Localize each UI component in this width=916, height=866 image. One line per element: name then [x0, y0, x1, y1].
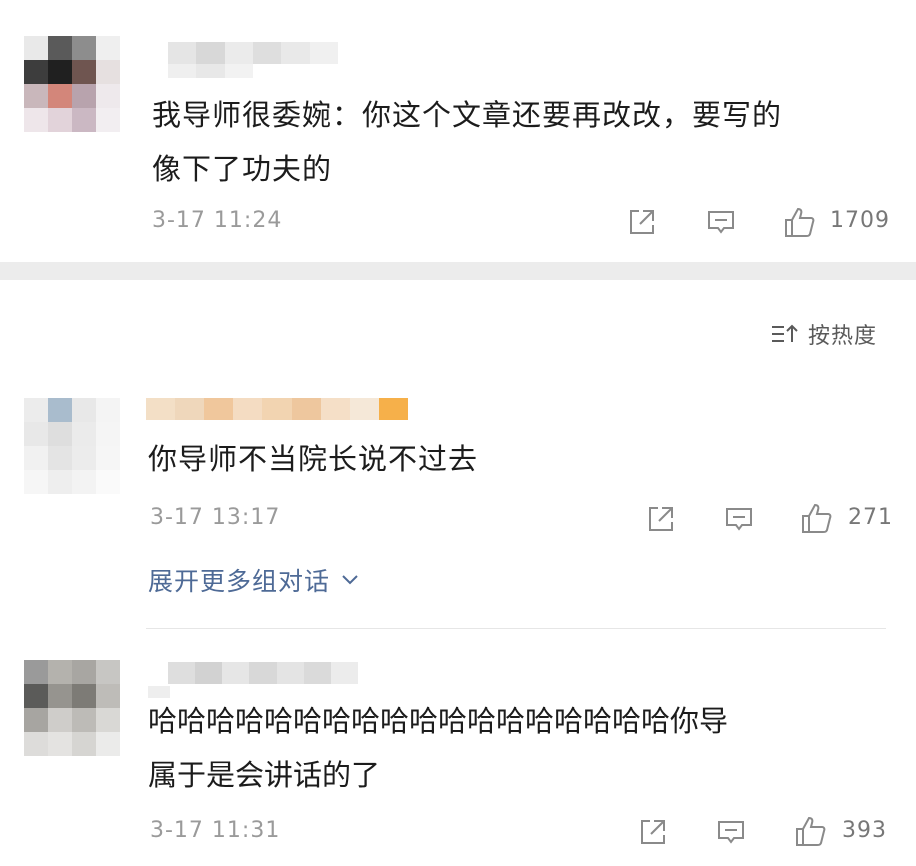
section-divider — [0, 262, 916, 280]
username[interactable] — [168, 662, 358, 684]
comment-icon[interactable] — [724, 504, 754, 534]
expand-label: 展开更多组对话 — [148, 567, 331, 596]
comment-text: 哈哈哈哈哈哈哈哈哈哈哈哈哈哈哈哈哈哈你导 属于是会讲话的了 — [148, 704, 729, 792]
like-count: 271 — [848, 505, 893, 530]
share-icon[interactable] — [627, 207, 657, 237]
username[interactable] — [168, 42, 338, 64]
avatar[interactable] — [24, 660, 120, 756]
avatar[interactable] — [24, 398, 120, 494]
sort-label: 按热度 — [808, 324, 878, 349]
like-count: 1709 — [830, 208, 890, 233]
username[interactable] — [146, 398, 408, 420]
expand-replies-link[interactable]: 展开更多组对话 — [148, 562, 360, 598]
comment-time: 3-17 11:31 — [150, 818, 281, 843]
sort-button[interactable]: 按热度 — [770, 318, 877, 350]
thumbs-up-icon[interactable] — [783, 205, 817, 239]
comment-text: 我导师很委婉：你这个文章还要再改改，要写的 像下了功夫的 — [152, 98, 783, 186]
comment-text: 你导师不当院长说不过去 — [148, 442, 479, 476]
share-icon[interactable] — [638, 817, 668, 847]
thumbs-up-icon[interactable] — [800, 501, 834, 535]
sort-icon — [772, 324, 798, 342]
avatar[interactable] — [24, 36, 120, 132]
username-detail — [168, 64, 253, 78]
comment-time: 3-17 11:24 — [152, 208, 283, 233]
share-icon[interactable] — [646, 504, 676, 534]
comment-separator — [146, 628, 886, 629]
chevron-down-icon — [342, 575, 358, 585]
like-count: 393 — [842, 818, 887, 843]
comment-time: 3-17 13:17 — [150, 505, 281, 530]
comment-icon[interactable] — [716, 817, 746, 847]
thumbs-up-icon[interactable] — [794, 814, 828, 848]
comment-icon[interactable] — [706, 207, 736, 237]
